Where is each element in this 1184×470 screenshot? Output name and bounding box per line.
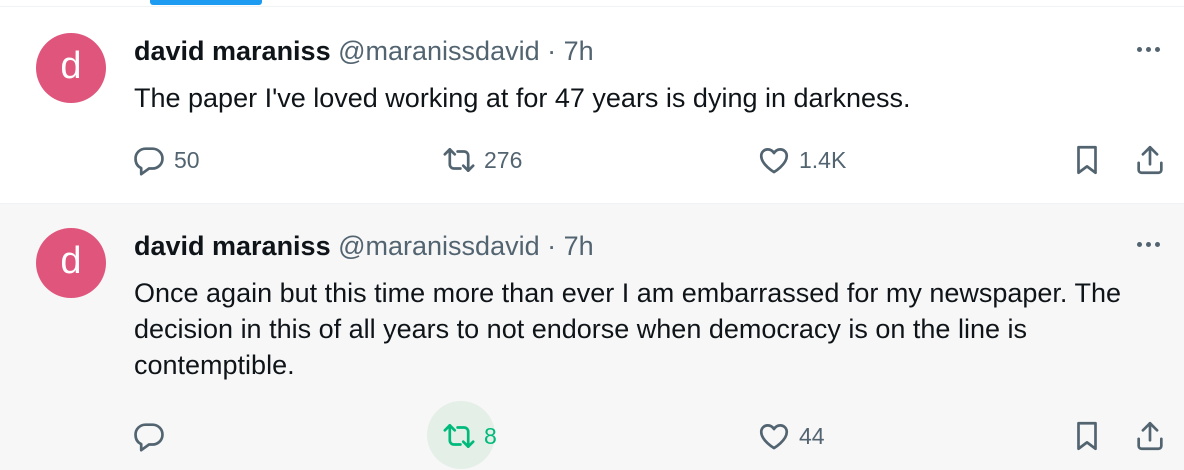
share-icon [1137, 145, 1163, 175]
share-button[interactable] [1133, 143, 1167, 177]
tweet-text: The paper I've loved working at for 47 y… [134, 83, 911, 113]
reply-icon [134, 147, 164, 176]
reply-count: 50 [174, 146, 200, 173]
separator-dot: · [547, 231, 557, 261]
like-count: 44 [799, 422, 825, 449]
share-icon [1137, 421, 1163, 451]
more-options-icon[interactable] [1128, 37, 1168, 61]
retweet-button[interactable]: 276 [442, 143, 522, 177]
like-button[interactable]: 1.4K [757, 143, 846, 177]
timestamp[interactable]: 7h [564, 36, 594, 66]
retweet-icon [443, 424, 475, 448]
avatar[interactable]: d [36, 33, 106, 103]
tweet[interactable]: d david maraniss @maranissdavid · 7h Onc… [0, 204, 1184, 470]
author-handle[interactable]: @maranissdavid [338, 36, 540, 66]
retweet-icon [443, 148, 475, 172]
author-name[interactable]: david maraniss [134, 36, 331, 66]
retweet-button[interactable]: 8 [442, 419, 497, 453]
like-button[interactable]: 44 [757, 419, 825, 453]
like-icon [759, 424, 789, 450]
retweet-count: 8 [484, 422, 497, 449]
separator-dot: · [547, 36, 557, 66]
like-icon [759, 148, 789, 174]
reply-button[interactable] [132, 419, 174, 453]
tweet[interactable]: d david maraniss @maranissdavid · 7h The… [0, 7, 1184, 204]
tweet-header: david maraniss @maranissdavid · 7h [134, 34, 594, 68]
author-name[interactable]: david maraniss [134, 231, 331, 261]
avatar[interactable]: d [36, 228, 106, 298]
tweet-header: david maraniss @maranissdavid · 7h [134, 229, 594, 263]
reply-icon [134, 423, 164, 452]
reply-button[interactable]: 50 [132, 143, 200, 177]
share-button[interactable] [1133, 419, 1167, 453]
bookmark-icon [1077, 421, 1097, 451]
tweet-text: Once again but this time more than ever … [134, 278, 1121, 380]
bookmark-button[interactable] [1070, 419, 1104, 453]
author-handle[interactable]: @maranissdavid [338, 231, 540, 261]
retweet-count: 276 [484, 146, 523, 173]
bookmark-icon [1077, 145, 1097, 175]
like-count: 1.4K [799, 146, 847, 173]
timestamp[interactable]: 7h [564, 231, 594, 261]
bookmark-button[interactable] [1070, 143, 1104, 177]
more-options-icon[interactable] [1128, 232, 1168, 256]
active-tab-indicator [150, 0, 262, 5]
